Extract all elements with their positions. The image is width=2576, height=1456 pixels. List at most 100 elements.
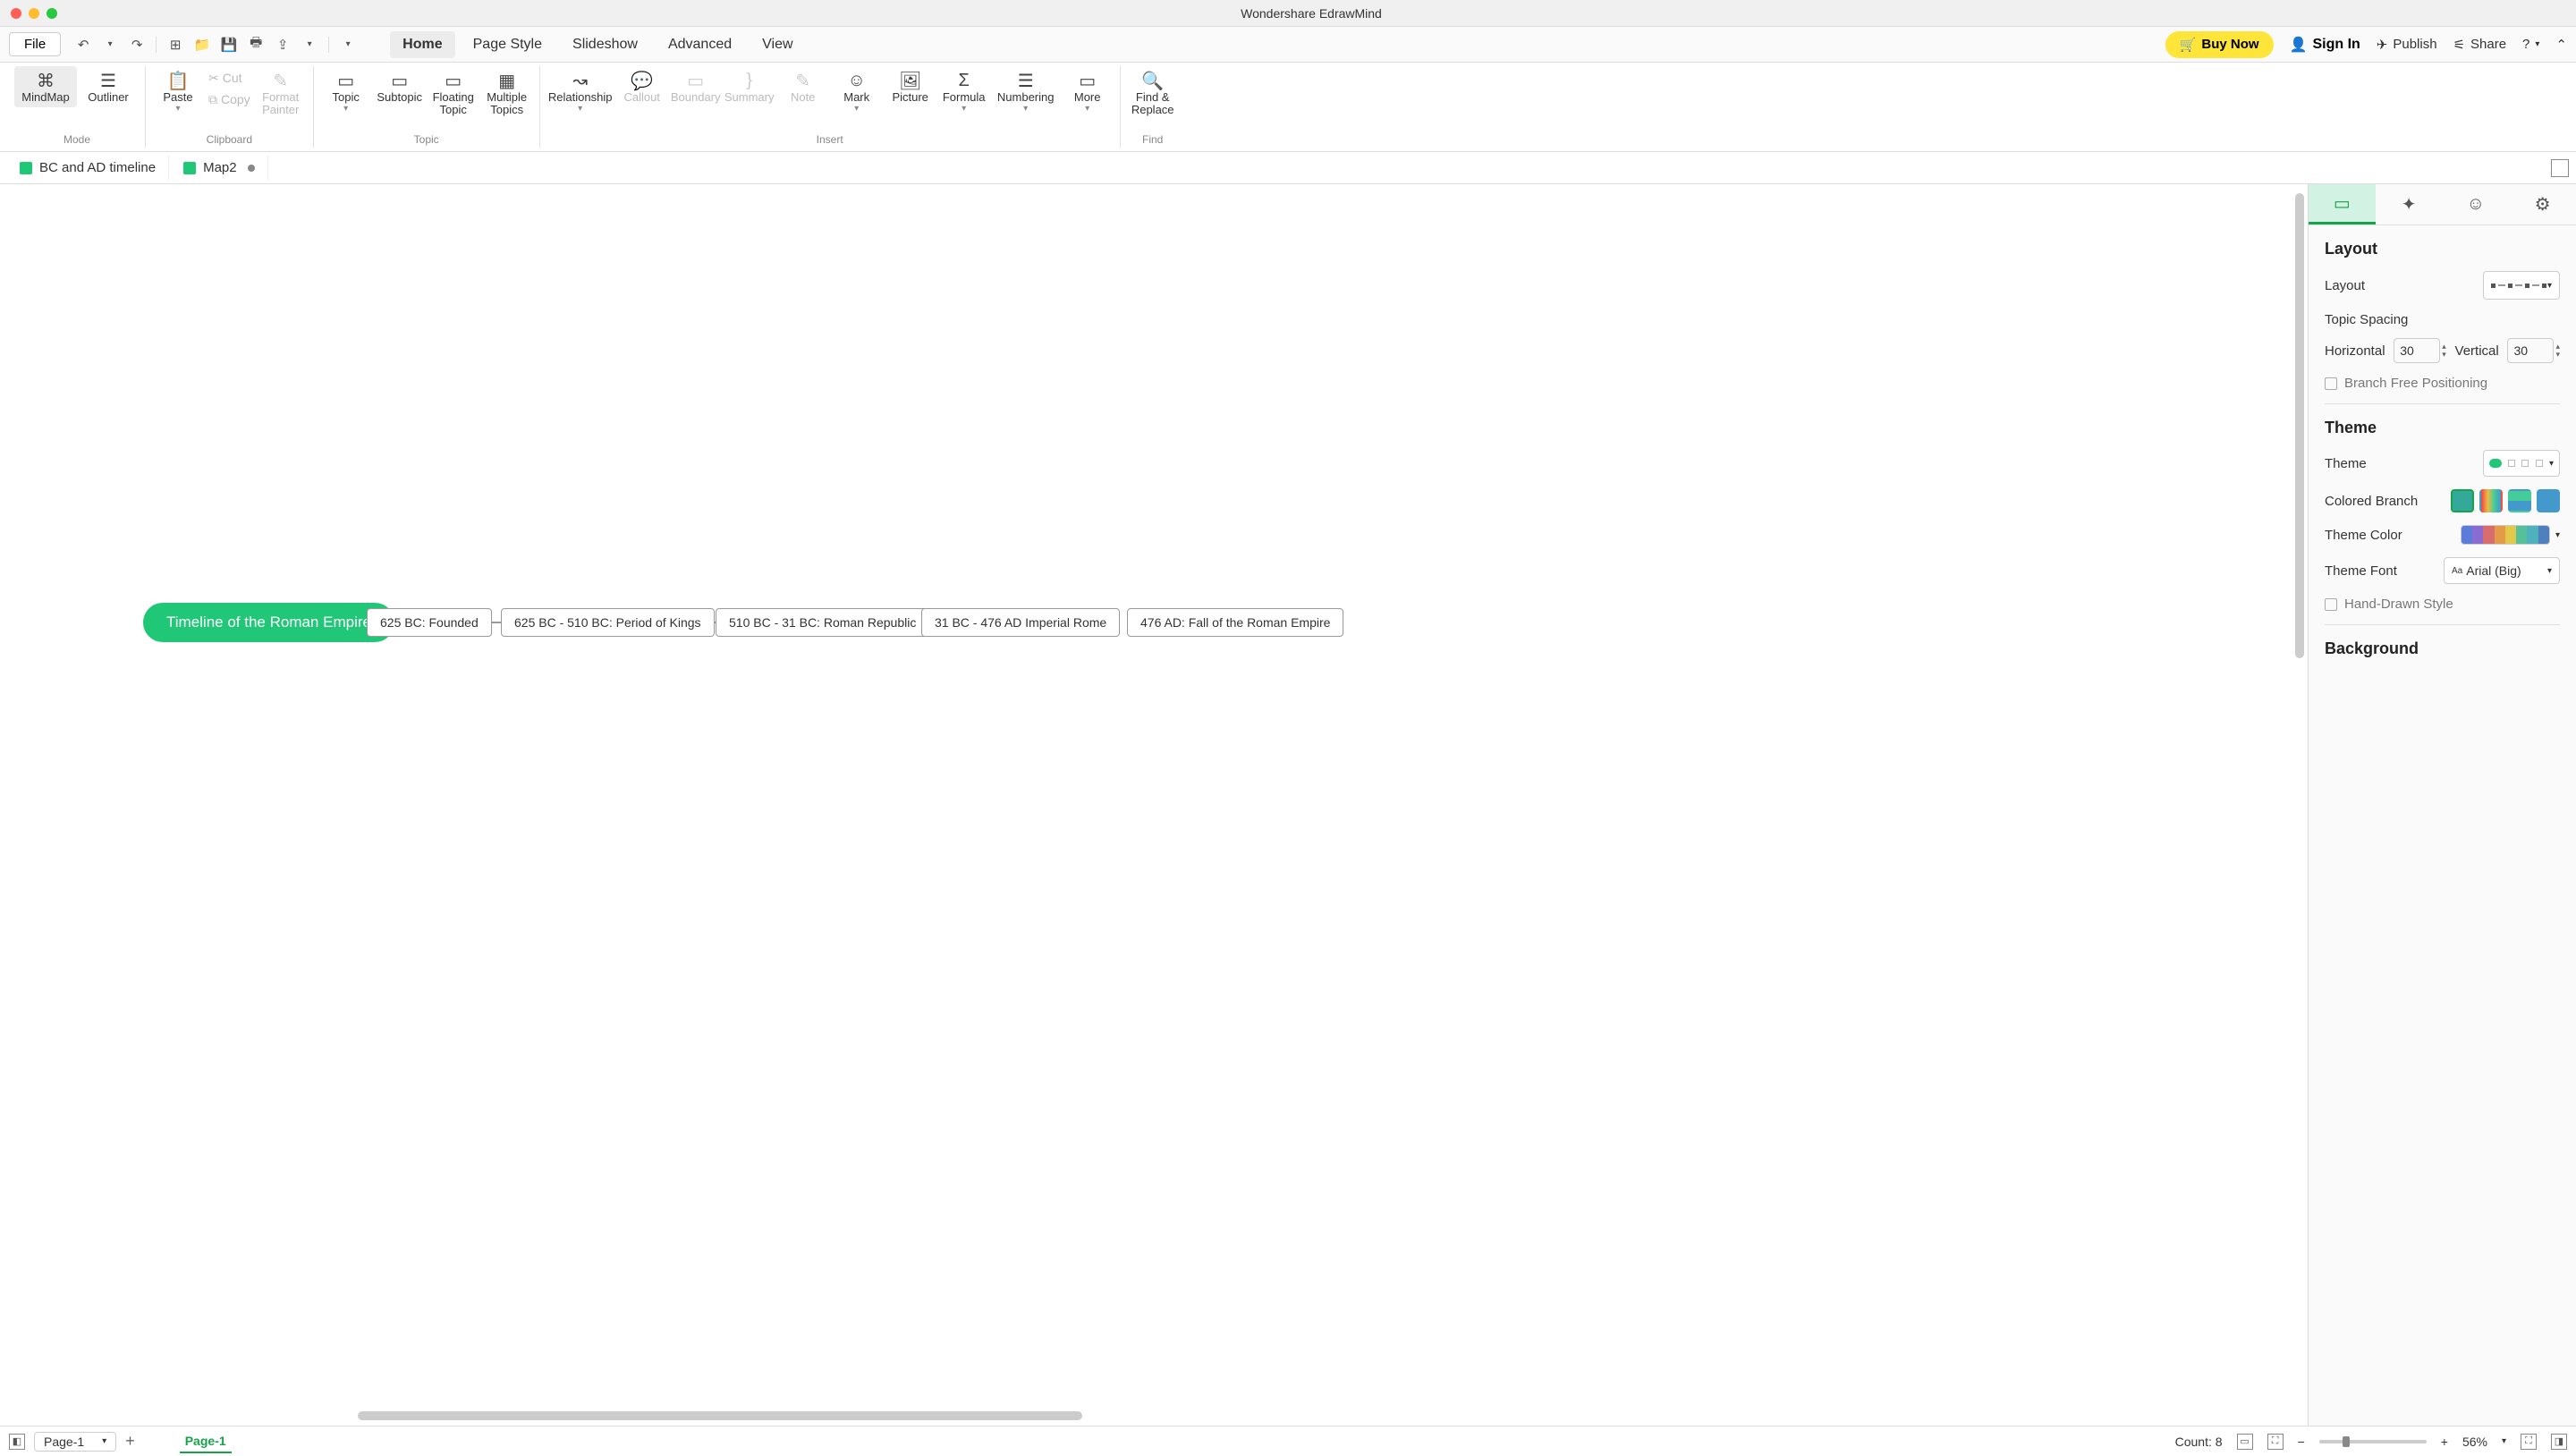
side-panel-toggle[interactable]: [2551, 159, 2569, 177]
floating-topic-button[interactable]: ▭ Floating Topic: [427, 66, 480, 121]
ribbon: ⌘ MindMap ☰ Outliner Mode 📋 Paste ▾ ✂Cut…: [0, 63, 2576, 152]
paste-label: Paste: [163, 91, 192, 104]
ribbon-group-mode: ⌘ MindMap ☰ Outliner Mode: [9, 66, 146, 148]
cut-button[interactable]: ✂Cut: [208, 68, 250, 88]
connectors: [0, 184, 1038, 739]
minimize-window-icon[interactable]: [29, 8, 39, 19]
relationship-button[interactable]: ↝Relationship▾: [546, 66, 615, 117]
horizontal-spacing-input[interactable]: 30: [2394, 338, 2440, 363]
sp-tab-settings[interactable]: ⚙: [2509, 184, 2576, 224]
timeline-node[interactable]: 510 BC - 31 BC: Roman Republic: [716, 608, 929, 637]
mark-button[interactable]: ☺Mark▾: [830, 66, 884, 117]
undo-icon[interactable]: ↶: [72, 33, 95, 56]
chevron-down-icon[interactable]: ▾: [2555, 530, 2560, 540]
branch-free-row[interactable]: Branch Free Positioning: [2325, 376, 2560, 391]
redo-icon[interactable]: ↷: [125, 33, 148, 56]
zoom-out-button[interactable]: −: [2298, 1435, 2305, 1449]
doctab-bc-ad-timeline[interactable]: BC and AD timeline: [7, 155, 169, 181]
hand-drawn-row[interactable]: Hand-Drawn Style: [2325, 597, 2560, 612]
callout-button[interactable]: 💬Callout: [615, 66, 669, 107]
zoom-in-button[interactable]: +: [2441, 1435, 2448, 1449]
theme-color-strip[interactable]: [2461, 525, 2550, 545]
buy-now-button[interactable]: 🛒 Buy Now: [2165, 31, 2274, 58]
multiple-topics-button[interactable]: ▦ Multiple Topics: [480, 66, 534, 121]
outliner-icon: ☰: [100, 70, 116, 91]
chevron-down-icon: ▾: [2549, 459, 2554, 469]
page-tab-1[interactable]: Page-1: [180, 1430, 232, 1453]
canvas-area[interactable]: Timeline of the Roman Empire 625 BC: Fou…: [0, 184, 2308, 1426]
branch-swatch-2[interactable]: [2479, 489, 2503, 512]
tab-home[interactable]: Home: [390, 31, 454, 58]
theme-font-label: Theme Font: [2325, 563, 2397, 579]
theme-font-selector[interactable]: Aa Arial (Big) ▾: [2444, 557, 2560, 584]
export-icon[interactable]: ⇪: [271, 33, 294, 56]
outline-panel-toggle[interactable]: ◧: [9, 1434, 25, 1450]
timeline-node[interactable]: 625 BC - 510 BC: Period of Kings: [501, 608, 715, 637]
horizontal-stepper[interactable]: ▴▾: [2442, 343, 2446, 359]
mindmap-button[interactable]: ⌘ MindMap: [14, 66, 77, 107]
chevron-down-icon: ▾: [962, 104, 966, 114]
subtopic-button[interactable]: ▭ Subtopic: [373, 66, 427, 107]
zoom-value[interactable]: 56%: [2462, 1435, 2487, 1449]
tab-advanced[interactable]: Advanced: [656, 31, 744, 58]
timeline-node[interactable]: 31 BC - 476 AD Imperial Rome: [921, 608, 1120, 637]
picture-button[interactable]: 🖼Picture: [884, 66, 937, 107]
topic-button[interactable]: ▭ Topic ▾: [319, 66, 373, 117]
branch-swatch-4[interactable]: [2537, 489, 2560, 512]
help-button[interactable]: ? ▾: [2522, 37, 2539, 52]
numbering-button[interactable]: ☰Numbering▾: [991, 66, 1061, 117]
outliner-button[interactable]: ☰ Outliner: [77, 66, 140, 107]
zoom-dropdown-icon[interactable]: ▾: [2502, 1436, 2506, 1446]
close-window-icon[interactable]: [11, 8, 21, 19]
collapse-ribbon-button[interactable]: ⌃: [2555, 37, 2567, 53]
theme-selector[interactable]: ▾: [2483, 450, 2560, 477]
zoom-slider[interactable]: [2319, 1440, 2427, 1443]
boundary-button[interactable]: ▭Boundary: [669, 66, 723, 107]
customize-qa-dropdown[interactable]: ▾: [336, 33, 360, 56]
branch-swatch-1[interactable]: [2451, 489, 2474, 512]
timeline-node[interactable]: 476 AD: Fall of the Roman Empire: [1127, 608, 1343, 637]
toggle-panel-icon[interactable]: ◨: [2551, 1434, 2567, 1450]
branch-swatch-3[interactable]: [2508, 489, 2531, 512]
find-label2: Replace: [1131, 104, 1174, 116]
tab-view[interactable]: View: [750, 31, 805, 58]
export-dropdown[interactable]: ▾: [298, 33, 321, 56]
tab-page-style[interactable]: Page Style: [461, 31, 555, 58]
share-button[interactable]: ⚟ Share: [2453, 37, 2506, 53]
new-doc-icon[interactable]: ⊞: [164, 33, 187, 56]
note-button[interactable]: ✎Note: [776, 66, 830, 107]
print-icon[interactable]: 🖶: [244, 33, 267, 56]
presentation-mode-icon[interactable]: ▭: [2237, 1434, 2253, 1450]
format-painter-button[interactable]: ✎ Format Painter: [254, 66, 308, 121]
paste-button[interactable]: 📋 Paste ▾: [151, 66, 205, 117]
zoom-handle[interactable]: [2343, 1436, 2350, 1447]
layout-selector[interactable]: ▾: [2483, 271, 2560, 300]
page-selector[interactable]: Page-1 ▾: [34, 1432, 116, 1452]
copy-button[interactable]: ⧉Copy: [208, 89, 250, 109]
publish-button[interactable]: ✈ Publish: [2377, 37, 2437, 53]
sp-tab-layout[interactable]: ▭: [2309, 184, 2376, 224]
sign-in-button[interactable]: 👤 Sign In: [2290, 36, 2360, 54]
find-replace-button[interactable]: 🔍 Find & Replace: [1126, 66, 1180, 121]
open-doc-icon[interactable]: 📁: [191, 33, 214, 56]
timeline-node[interactable]: 625 BC: Founded: [367, 608, 492, 637]
canvas-horizontal-scrollbar[interactable]: [358, 1411, 1082, 1420]
more-button[interactable]: ▭More▾: [1061, 66, 1114, 117]
add-page-button[interactable]: +: [125, 1432, 135, 1451]
save-icon[interactable]: 💾: [217, 33, 241, 56]
file-menu[interactable]: File: [9, 32, 61, 56]
timeline-root-node[interactable]: Timeline of the Roman Empire: [143, 603, 394, 642]
vertical-stepper[interactable]: ▴▾: [2555, 343, 2560, 359]
summary-button[interactable]: }Summary: [723, 66, 776, 107]
formula-button[interactable]: ΣFormula▾: [937, 66, 991, 117]
canvas-vertical-scrollbar[interactable]: [2295, 193, 2304, 658]
doctab-map2[interactable]: Map2: [171, 155, 268, 181]
fullscreen-icon[interactable]: ⛶: [2521, 1434, 2537, 1450]
fit-page-icon[interactable]: ⛶: [2267, 1434, 2284, 1450]
undo-history-dropdown[interactable]: ▾: [98, 33, 122, 56]
vertical-spacing-input[interactable]: 30: [2507, 338, 2554, 363]
maximize-window-icon[interactable]: [47, 8, 57, 19]
sp-tab-ai[interactable]: ✦: [2376, 184, 2443, 224]
tab-slideshow[interactable]: Slideshow: [560, 31, 650, 58]
sp-tab-emoji[interactable]: ☺: [2443, 184, 2510, 224]
